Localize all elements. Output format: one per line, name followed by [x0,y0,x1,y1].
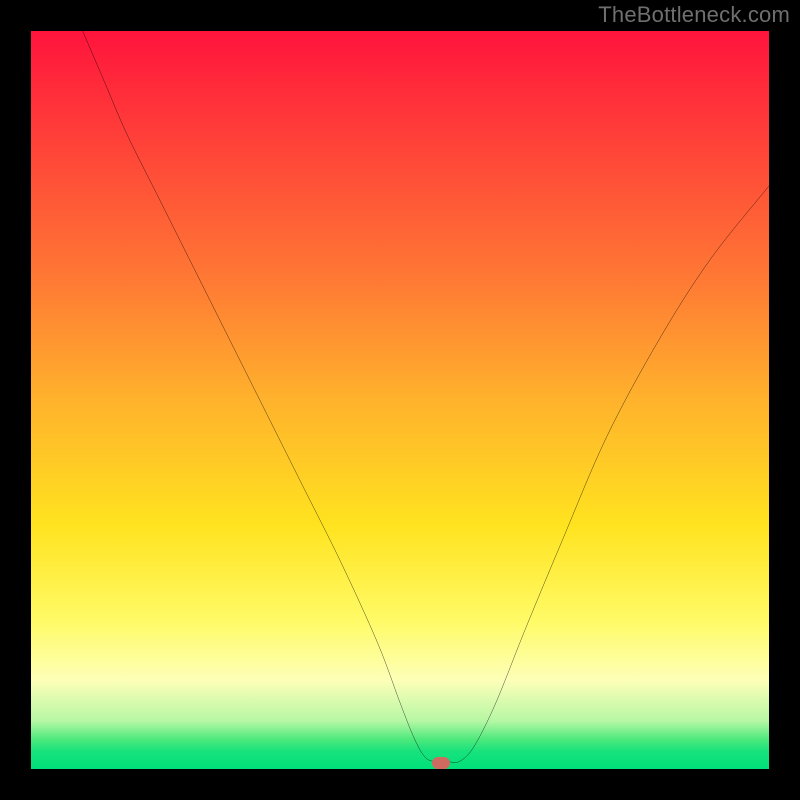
plot-area [31,31,769,769]
watermark-text: TheBottleneck.com [598,2,790,28]
chart-frame: TheBottleneck.com [0,0,800,800]
min-marker [432,757,450,769]
bottleneck-curve [83,31,769,763]
curve-svg [31,31,769,769]
